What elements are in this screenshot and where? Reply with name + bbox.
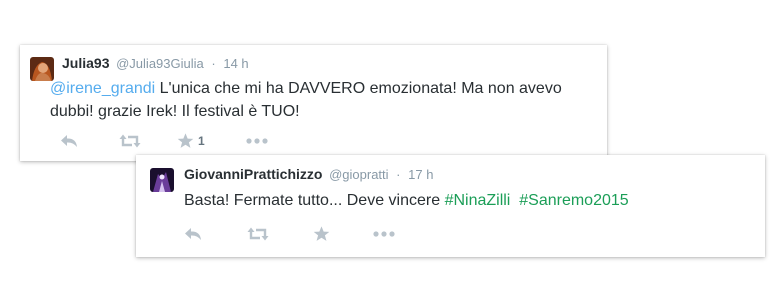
favorite-button[interactable]: [313, 224, 330, 244]
more-button[interactable]: [246, 131, 268, 151]
retweet-button[interactable]: [119, 131, 141, 151]
favorite-button[interactable]: 1: [177, 131, 205, 151]
reply-button[interactable]: [184, 224, 202, 244]
star-icon: [177, 133, 194, 148]
retweet-button[interactable]: [247, 224, 269, 244]
user-fullname[interactable]: Julia93: [62, 55, 109, 71]
more-button[interactable]: [373, 224, 395, 244]
tweet-text-line2: dubbi! grazie Irek! Il festival è TUO!: [50, 103, 300, 120]
user-avatar[interactable]: [150, 168, 174, 192]
tweet-card: Julia93 @Julia93Giulia · 14 h @irene_gra…: [20, 45, 607, 161]
user-fullname[interactable]: GiovanniPrattichizzo: [184, 166, 322, 182]
retweet-icon: [119, 134, 141, 148]
tweet-header: GiovanniPrattichizzo @giopratti · 17 h: [184, 166, 433, 182]
user-handle[interactable]: @giopratti: [329, 167, 388, 182]
user-photo-avatar-icon: [150, 168, 174, 192]
user-handle[interactable]: @Julia93Giulia: [116, 56, 204, 71]
tweet-text-line1: L'unica che mi ha DAVVERO emozionata! Ma…: [155, 80, 562, 97]
tweet-text-body: Basta! Fermate tutto... Deve vincere: [184, 192, 445, 209]
more-icon: [246, 138, 268, 144]
tweet-timestamp[interactable]: 17 h: [408, 167, 433, 182]
star-icon: [313, 226, 330, 241]
hashtag-link[interactable]: #Sanremo2015: [519, 192, 628, 209]
tweet-text: @irene_grandi L'unica che mi ha DAVVERO …: [50, 77, 610, 123]
more-icon: [373, 231, 395, 237]
retweet-icon: [247, 227, 269, 241]
tweet-timestamp[interactable]: 14 h: [223, 56, 248, 71]
reply-button[interactable]: [60, 131, 78, 151]
reply-icon: [61, 135, 77, 147]
hashtag-link[interactable]: #NinaZilli: [445, 192, 511, 209]
favorite-count: 1: [198, 134, 205, 148]
tweet-header: Julia93 @Julia93Giulia · 14 h: [62, 55, 249, 71]
separator: ·: [211, 56, 216, 71]
tweet-text: Basta! Fermate tutto... Deve vincere #Ni…: [184, 189, 744, 212]
tweet-card: GiovanniPrattichizzo @giopratti · 17 h B…: [136, 155, 765, 257]
reply-icon: [185, 228, 201, 240]
mention-link[interactable]: @irene_grandi: [50, 80, 155, 97]
separator: ·: [396, 167, 401, 182]
